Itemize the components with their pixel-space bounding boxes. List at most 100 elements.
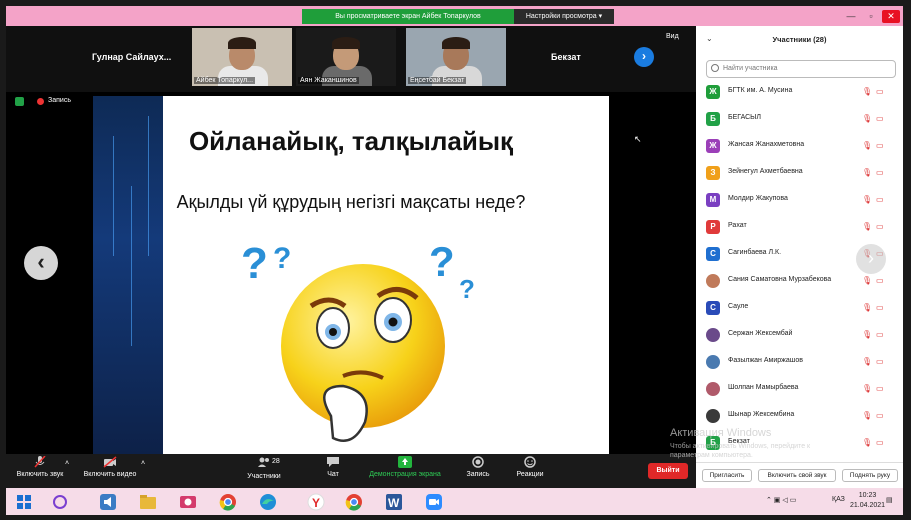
participant-name: Молдир Жакупова	[728, 195, 788, 202]
zoom-app-icon[interactable]	[424, 492, 444, 512]
raise-hand-button[interactable]: Поднять руку	[842, 469, 898, 482]
participant-name: БГТК им. А. Мусина	[728, 87, 793, 94]
muted-mic-icon[interactable]: 🎙	[862, 357, 872, 367]
video-off-icon[interactable]: ▭	[876, 438, 888, 448]
video-off-icon[interactable]: ▭	[876, 141, 888, 151]
chrome-icon[interactable]	[218, 492, 238, 512]
avatar	[706, 382, 720, 396]
participant-row[interactable]: Б БЕГАСЫЛ 🎙 ▭	[704, 106, 899, 133]
windows-start-icon[interactable]	[14, 492, 34, 512]
muted-mic-icon	[34, 456, 46, 468]
cortana-icon[interactable]	[50, 492, 70, 512]
close-icon[interactable]: ✕	[882, 10, 900, 23]
unmute-label: Включить звук	[16, 471, 64, 478]
video-off-icon[interactable]: ▭	[876, 411, 888, 421]
muted-mic-icon[interactable]: 🎙	[862, 384, 872, 394]
muted-mic-icon[interactable]: 🎙	[862, 87, 872, 97]
notifications-icon[interactable]: ▤	[886, 496, 893, 504]
maximize-icon[interactable]: ▫	[862, 10, 880, 23]
participant-row[interactable]: М Молдир Жакупова 🎙 ▭	[704, 187, 899, 214]
leave-button[interactable]: Выйти	[648, 463, 688, 479]
zoom-window: Вы просматриваете экран Айбек Топаркулов…	[0, 0, 911, 520]
recording-label: Запись	[48, 97, 71, 104]
video-off-icon[interactable]: ▭	[876, 168, 888, 178]
svg-text:?: ?	[459, 274, 475, 304]
participant-row[interactable]: Р Рахат 🎙 ▭	[704, 214, 899, 241]
participant-row[interactable]: Шынар Жексембина 🎙 ▭	[704, 403, 899, 430]
word-icon[interactable]: W	[384, 492, 404, 512]
start-video-button[interactable]: Включить видео	[78, 456, 142, 478]
participant-video-label: Аян Жаканшинов	[298, 77, 359, 84]
video-off-icon[interactable]: ▭	[876, 195, 888, 205]
unmute-me-button[interactable]: Включить свой звук	[758, 469, 836, 482]
svg-text:?: ?	[429, 238, 455, 285]
search-participants-input[interactable]: Найти участника	[706, 60, 896, 78]
participant-row[interactable]: Ж БГТК им. А. Мусина 🎙 ▭	[704, 79, 899, 106]
yandex-browser-icon[interactable]: Y	[306, 492, 326, 512]
chrome-icon[interactable]	[344, 492, 364, 512]
speaker-app-icon[interactable]	[98, 492, 118, 512]
video-off-icon[interactable]: ▭	[876, 114, 888, 124]
muted-mic-icon[interactable]: 🎙	[862, 303, 872, 313]
participant-row[interactable]: Фазылжан Амиржашов 🎙 ▭	[704, 349, 899, 376]
search-placeholder: Найти участника	[723, 65, 778, 72]
video-options-chevron-icon[interactable]: ˄	[138, 460, 148, 467]
slide-title: Ойланайық, талқылайық	[188, 126, 514, 156]
camera-app-icon[interactable]	[178, 492, 198, 512]
view-button[interactable]: Вид	[666, 33, 679, 40]
participant-video-tile[interactable]: Еңсетбай Бекзат	[406, 28, 506, 86]
avatar: М	[706, 193, 720, 207]
participant-row[interactable]: Шолпан Мамырбаева 🎙 ▭	[704, 376, 899, 403]
participant-row[interactable]: Ж Жансая Жанахметовна 🎙 ▭	[704, 133, 899, 160]
video-off-icon[interactable]: ▭	[876, 330, 888, 340]
participant-row[interactable]: З Зейнегул Ахметбаевна 🎙 ▭	[704, 160, 899, 187]
minimize-icon[interactable]: —	[842, 10, 860, 23]
muted-mic-icon[interactable]: 🎙	[862, 222, 872, 232]
muted-mic-icon[interactable]: 🎙	[862, 411, 872, 421]
start-video-label: Включить видео	[83, 471, 137, 478]
view-settings-button[interactable]: Настройки просмотра ▾	[514, 9, 614, 24]
record-button[interactable]: Запись	[460, 456, 496, 478]
participants-button[interactable]: 28 Участники	[244, 456, 284, 480]
video-off-icon[interactable]: ▭	[876, 303, 888, 313]
video-off-icon[interactable]: ▭	[876, 357, 888, 367]
next-page-button[interactable]: ›	[856, 244, 886, 274]
record-label: Запись	[466, 471, 490, 478]
video-off-icon[interactable]: ▭	[876, 222, 888, 232]
muted-mic-icon[interactable]: 🎙	[862, 330, 872, 340]
tray-icons[interactable]: ⌃ ▣ ◁ ▭	[766, 496, 796, 504]
audio-options-chevron-icon[interactable]: ˄	[62, 460, 72, 467]
share-screen-icon	[398, 456, 412, 468]
video-off-icon[interactable]: ▭	[876, 384, 888, 394]
system-clock[interactable]: 10:23 21.04.2021	[850, 491, 885, 511]
participant-row[interactable]: С Сауле 🎙 ▭	[704, 295, 899, 322]
presentation-slide: Ойланайық, талқылайық Ақылды үй құрудың …	[93, 96, 609, 454]
participant-row[interactable]: Сержан Жексембай 🎙 ▭	[704, 322, 899, 349]
file-explorer-icon[interactable]	[138, 492, 158, 512]
next-page-button[interactable]: ›	[634, 47, 654, 67]
edge-icon[interactable]	[258, 492, 278, 512]
video-off-icon[interactable]: ▭	[876, 87, 888, 97]
invite-button[interactable]: Пригласить	[702, 469, 752, 482]
muted-mic-icon[interactable]: 🎙	[862, 114, 872, 124]
muted-mic-icon[interactable]: 🎙	[862, 438, 872, 448]
participant-video-tile[interactable]: Аян Жаканшинов	[296, 28, 396, 86]
participant-video-tile[interactable]: Айбек Топаркул...	[192, 28, 292, 86]
participant-name-tile[interactable]: Гулнар Сайлаух...	[92, 52, 171, 62]
video-off-icon[interactable]: ▭	[876, 276, 888, 286]
muted-mic-icon[interactable]: 🎙	[862, 276, 872, 286]
chat-button[interactable]: Чат	[318, 456, 348, 478]
reactions-button[interactable]: Реакции	[510, 456, 550, 478]
previous-page-button[interactable]: ‹	[24, 246, 58, 280]
record-icon	[472, 456, 484, 468]
participant-video-label: Айбек Топаркул...	[194, 77, 256, 84]
avatar: С	[706, 247, 720, 261]
muted-mic-icon[interactable]: 🎙	[862, 195, 872, 205]
share-screen-button[interactable]: Демонстрация экрана	[362, 456, 448, 478]
muted-mic-icon[interactable]: 🎙	[862, 168, 872, 178]
shared-screen: Запись Ойланайық, талқылайық Ақылды үй қ…	[6, 92, 696, 454]
keyboard-language[interactable]: ҚАЗ	[832, 496, 845, 503]
participant-name-tile[interactable]: Бекзат	[551, 52, 581, 62]
unmute-button[interactable]: Включить звук	[10, 456, 70, 478]
muted-mic-icon[interactable]: 🎙	[862, 141, 872, 151]
